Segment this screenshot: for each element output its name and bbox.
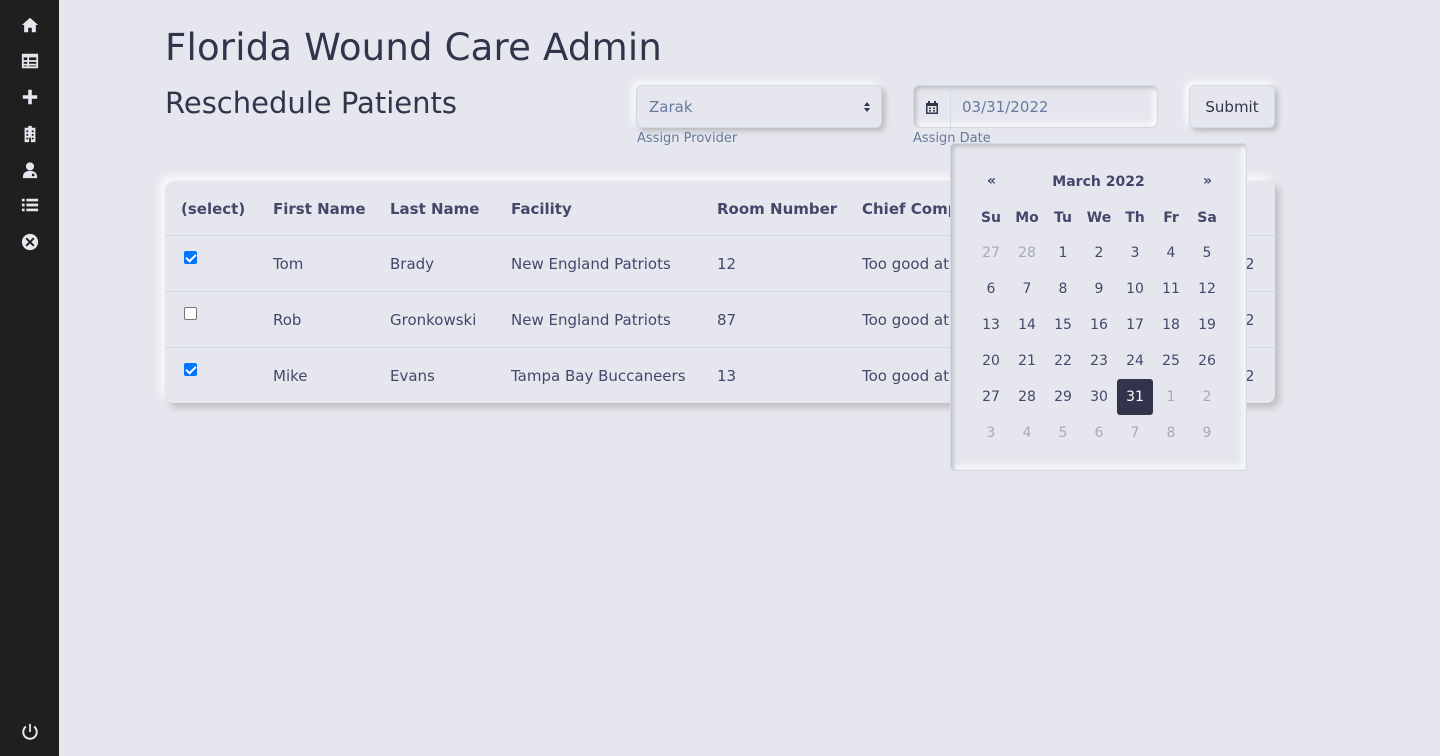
datepicker-day[interactable]: 9 [1081, 271, 1117, 307]
datepicker-day[interactable]: 13 [973, 307, 1009, 343]
datepicker-day[interactable]: 22 [1045, 343, 1081, 379]
power-icon[interactable] [19, 721, 41, 743]
datepicker-next-button[interactable]: » [1203, 173, 1212, 189]
page-title: Reschedule Patients [165, 86, 457, 120]
provider-select[interactable]: Zarak [636, 85, 882, 128]
datepicker-popup: « March 2022 » Su Mo Tu We Th Fr Sa 27 28 1 2 3 4 5 6 7… [950, 143, 1247, 471]
datepicker-weekday: Su [980, 210, 1002, 226]
datepicker-day[interactable]: 11 [1153, 271, 1189, 307]
datepicker-day[interactable]: 23 [1081, 343, 1117, 379]
datepicker-day[interactable]: 10 [1117, 271, 1153, 307]
header-chief-complaint[interactable]: Chief Compl [862, 200, 964, 218]
cell-chief-complaint: Too good at [862, 255, 949, 273]
datepicker-day[interactable]: 24 [1117, 343, 1153, 379]
row-checkbox[interactable] [184, 251, 197, 264]
datepicker-day[interactable]: 20 [973, 343, 1009, 379]
datepicker-day[interactable]: 6 [973, 271, 1009, 307]
datepicker-day[interactable]: 17 [1117, 307, 1153, 343]
datepicker-day[interactable]: 7 [1117, 415, 1153, 451]
cell-chief-complaint: Too good at [862, 367, 949, 385]
cell-facility: New England Patriots [511, 311, 671, 329]
datepicker-day[interactable]: 15 [1045, 307, 1081, 343]
datepicker-day[interactable]: 27 [973, 379, 1009, 415]
app-title: Florida Wound Care Admin [165, 26, 662, 69]
cell-first-name: Mike [273, 367, 308, 385]
header-room-number[interactable]: Room Number [717, 200, 837, 218]
select-arrows-icon [864, 102, 870, 112]
header-facility[interactable]: Facility [511, 200, 572, 218]
datepicker-weekday: Fr [1163, 210, 1179, 226]
datepicker-day[interactable]: 5 [1189, 235, 1225, 271]
table-icon[interactable] [19, 50, 41, 72]
home-icon[interactable] [19, 14, 41, 36]
datepicker-weekday: Sa [1197, 210, 1217, 226]
datepicker-day[interactable]: 1 [1045, 235, 1081, 271]
datepicker-day[interactable]: 6 [1081, 415, 1117, 451]
datepicker-day[interactable]: 8 [1045, 271, 1081, 307]
cell-last-name: Gronkowski [390, 311, 477, 329]
cell-last-name: Brady [390, 255, 435, 273]
datepicker-weekday: Mo [1015, 210, 1039, 226]
date-input-group: 03/31/2022 [913, 85, 1158, 129]
datepicker-day[interactable]: 27 [973, 235, 1009, 271]
datepicker-month-title[interactable]: March 2022 [951, 174, 1246, 190]
provider-select-value: Zarak [649, 97, 693, 116]
cell-first-name: Rob [273, 311, 302, 329]
datepicker-day[interactable]: 4 [1153, 235, 1189, 271]
datepicker-day[interactable]: 31 [1117, 379, 1153, 415]
datepicker-day[interactable]: 2 [1081, 235, 1117, 271]
datepicker-day[interactable]: 26 [1189, 343, 1225, 379]
close-circle-icon[interactable] [19, 231, 41, 253]
header-select[interactable]: (select) [181, 200, 245, 218]
datepicker-day[interactable]: 1 [1153, 379, 1189, 415]
datepicker-day[interactable]: 16 [1081, 307, 1117, 343]
datepicker-day[interactable]: 21 [1009, 343, 1045, 379]
datepicker-day[interactable]: 30 [1081, 379, 1117, 415]
datepicker-weekday: Th [1125, 210, 1145, 226]
submit-button[interactable]: Submit [1189, 85, 1275, 128]
header-last-name[interactable]: Last Name [390, 200, 479, 218]
cell-chief-complaint: Too good at [862, 311, 949, 329]
datepicker-day[interactable]: 3 [1117, 235, 1153, 271]
row-checkbox[interactable] [184, 307, 197, 320]
provider-label: Assign Provider [637, 131, 738, 146]
cell-room-number: 12 [717, 255, 737, 273]
datepicker-day[interactable]: 25 [1153, 343, 1189, 379]
cell-room-number: 13 [717, 367, 737, 385]
datepicker-day[interactable]: 3 [973, 415, 1009, 451]
building-icon[interactable] [19, 123, 41, 145]
datepicker-day[interactable]: 7 [1009, 271, 1045, 307]
plus-icon[interactable] [19, 86, 41, 108]
datepicker-day[interactable]: 5 [1045, 415, 1081, 451]
cell-facility: Tampa Bay Buccaneers [511, 367, 686, 385]
list-icon[interactable] [19, 194, 41, 216]
calendar-icon[interactable] [914, 86, 951, 129]
datepicker-day[interactable]: 28 [1009, 235, 1045, 271]
row-checkbox[interactable] [184, 363, 197, 376]
datepicker-weekday: We [1086, 210, 1112, 226]
datepicker-day[interactable]: 9 [1189, 415, 1225, 451]
datepicker-day[interactable]: 12 [1189, 271, 1225, 307]
datepicker-day[interactable]: 29 [1045, 379, 1081, 415]
datepicker-weekday: Tu [1054, 210, 1072, 226]
cell-last-name: Evans [390, 367, 435, 385]
date-input[interactable]: 03/31/2022 [951, 86, 1157, 127]
cell-first-name: Tom [273, 255, 304, 273]
header-first-name[interactable]: First Name [273, 200, 366, 218]
datepicker-day[interactable]: 2 [1189, 379, 1225, 415]
datepicker-day[interactable]: 8 [1153, 415, 1189, 451]
doctor-icon[interactable] [19, 159, 41, 181]
datepicker-day[interactable]: 19 [1189, 307, 1225, 343]
cell-facility: New England Patriots [511, 255, 671, 273]
datepicker-day[interactable]: 28 [1009, 379, 1045, 415]
datepicker-day[interactable]: 4 [1009, 415, 1045, 451]
datepicker-day[interactable]: 18 [1153, 307, 1189, 343]
datepicker-day[interactable]: 14 [1009, 307, 1045, 343]
cell-room-number: 87 [717, 311, 737, 329]
sidebar [0, 0, 59, 756]
